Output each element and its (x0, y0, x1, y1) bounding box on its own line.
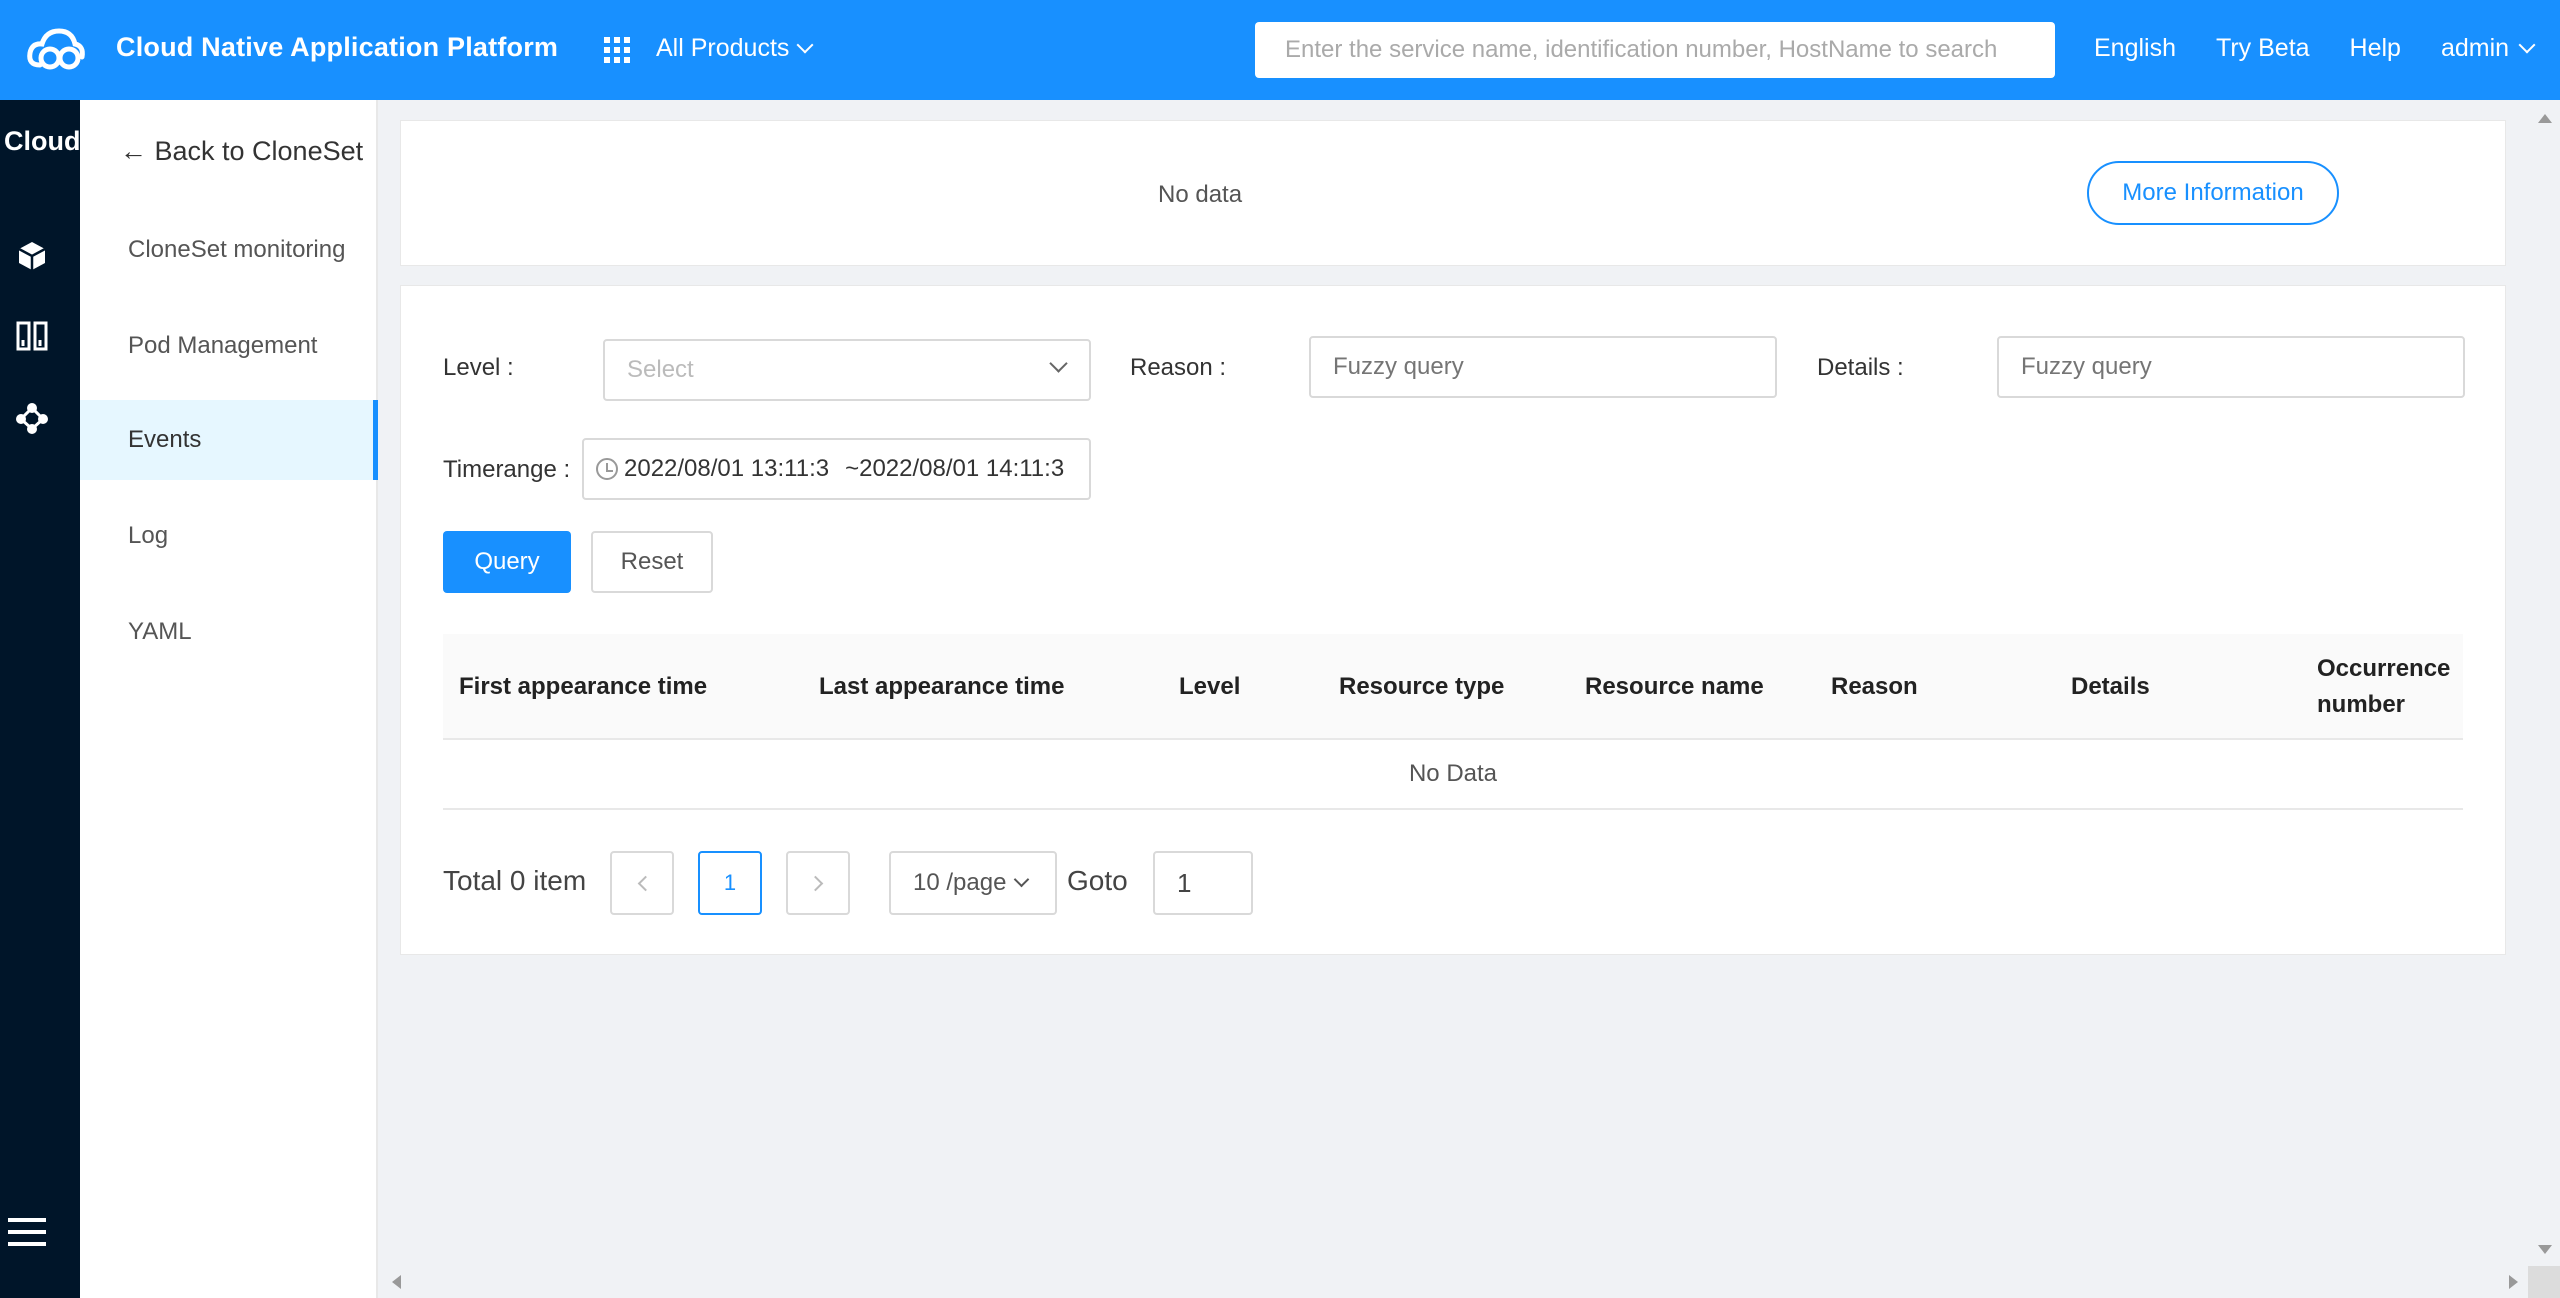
more-information-button[interactable]: More Information (2087, 161, 2339, 225)
all-products-label: All Products (656, 34, 790, 62)
apps-grid-icon[interactable] (604, 37, 630, 63)
table-empty-row: No Data (443, 740, 2463, 810)
scrollbar-corner (2528, 1266, 2560, 1298)
rail-title: Cloud (4, 126, 81, 156)
col-reason: Reason (1831, 673, 1918, 700)
subnav-item-log[interactable]: Log (80, 496, 378, 576)
level-select[interactable]: Select (603, 339, 1091, 401)
header-links: English Try Beta Help admin (2094, 34, 2536, 63)
reason-input[interactable] (1309, 336, 1777, 398)
horizontal-scrollbar[interactable] (380, 1266, 2528, 1298)
events-table-header: First appearance time Last appearance ti… (443, 634, 2463, 740)
goto-label: Goto (1067, 865, 1128, 896)
menu-icon[interactable] (8, 1218, 46, 1254)
back-to-cloneset-link[interactable]: ← Back to CloneSet (120, 136, 363, 167)
goto-page-input[interactable] (1153, 851, 1253, 915)
time-start-value[interactable]: 2022/08/01 13:11:3 (624, 455, 829, 483)
scroll-up-arrow-icon[interactable] (2538, 114, 2552, 123)
page-size-select[interactable]: 10 /page (889, 851, 1057, 915)
user-menu[interactable]: admin (2440, 34, 2536, 63)
total-items-text: Total 0 item (443, 865, 587, 896)
subnav-item-pod-management[interactable]: Pod Management (80, 306, 378, 386)
reset-button[interactable]: Reset (591, 531, 713, 593)
next-page-button[interactable] (786, 851, 850, 915)
col-last-appearance: Last appearance time (819, 673, 1065, 700)
chevron-down-icon (1049, 354, 1068, 373)
query-button[interactable]: Query (443, 531, 571, 593)
timerange-picker[interactable]: 2022/08/01 13:11:3 ~2022/08/01 14:11:3 (582, 438, 1091, 500)
scroll-right-arrow-icon[interactable] (2509, 1275, 2518, 1289)
chevron-left-icon (637, 875, 653, 891)
col-details: Details (2071, 673, 2150, 700)
subnav-item-events[interactable]: Events (80, 400, 378, 480)
language-link[interactable]: English (2094, 34, 2176, 63)
user-name: admin (2440, 34, 2510, 62)
columns-icon[interactable] (16, 320, 48, 352)
level-label: Level : (443, 354, 514, 381)
cloud-logo-icon[interactable] (26, 25, 86, 75)
vertical-scrollbar[interactable] (2528, 100, 2560, 1266)
info-no-data-text: No data (1158, 181, 1243, 208)
page-size-value: 10 /page (913, 869, 1007, 896)
col-first-appearance: First appearance time (459, 673, 708, 700)
details-input[interactable] (1997, 336, 2465, 398)
side-rail: Cloud (0, 100, 80, 1298)
info-card: No data More Information (400, 120, 2506, 266)
brand-title[interactable]: Cloud Native Application Platform (116, 32, 558, 63)
col-resource-name: Resource name (1585, 673, 1764, 700)
top-header: Cloud Native Application Platform All Pr… (0, 0, 2560, 100)
reason-label: Reason : (1130, 354, 1227, 381)
level-select-placeholder: Select (627, 356, 694, 383)
subnav-item-yaml[interactable]: YAML (80, 592, 378, 672)
col-occurrence-number: Occurrence number (2317, 655, 2451, 718)
cube-icon[interactable] (16, 240, 48, 272)
chevron-down-icon (2518, 36, 2536, 53)
all-products-dropdown[interactable]: All Products (656, 34, 814, 63)
global-search-input[interactable] (1255, 22, 2055, 78)
cluster-icon[interactable] (16, 402, 48, 434)
details-label: Details : (1817, 354, 1904, 381)
col-resource-type: Resource type (1339, 673, 1505, 700)
help-link[interactable]: Help (2350, 34, 2401, 63)
sub-sidebar: ← Back to CloneSet CloneSet monitoring P… (80, 100, 378, 1298)
chevron-down-icon (796, 36, 814, 53)
page-1-button[interactable]: 1 (698, 851, 762, 915)
try-beta-link[interactable]: Try Beta (2216, 34, 2310, 63)
col-level: Level (1179, 673, 1241, 700)
pagination: Total 0 item 1 10 /page Goto (443, 851, 1343, 915)
events-card: Level : Select Reason : Details : Timera… (400, 285, 2506, 955)
prev-page-button[interactable] (610, 851, 674, 915)
chevron-down-icon (1014, 871, 1030, 887)
chevron-right-icon (807, 875, 823, 891)
time-end-value[interactable]: ~2022/08/01 14:11:3 (845, 455, 1064, 483)
scroll-down-arrow-icon[interactable] (2538, 1245, 2552, 1254)
clock-icon (596, 458, 618, 480)
timerange-label: Timerange : (443, 456, 571, 483)
scroll-left-arrow-icon[interactable] (392, 1275, 401, 1289)
subnav-item-cloneset-monitoring[interactable]: CloneSet monitoring (80, 210, 378, 290)
